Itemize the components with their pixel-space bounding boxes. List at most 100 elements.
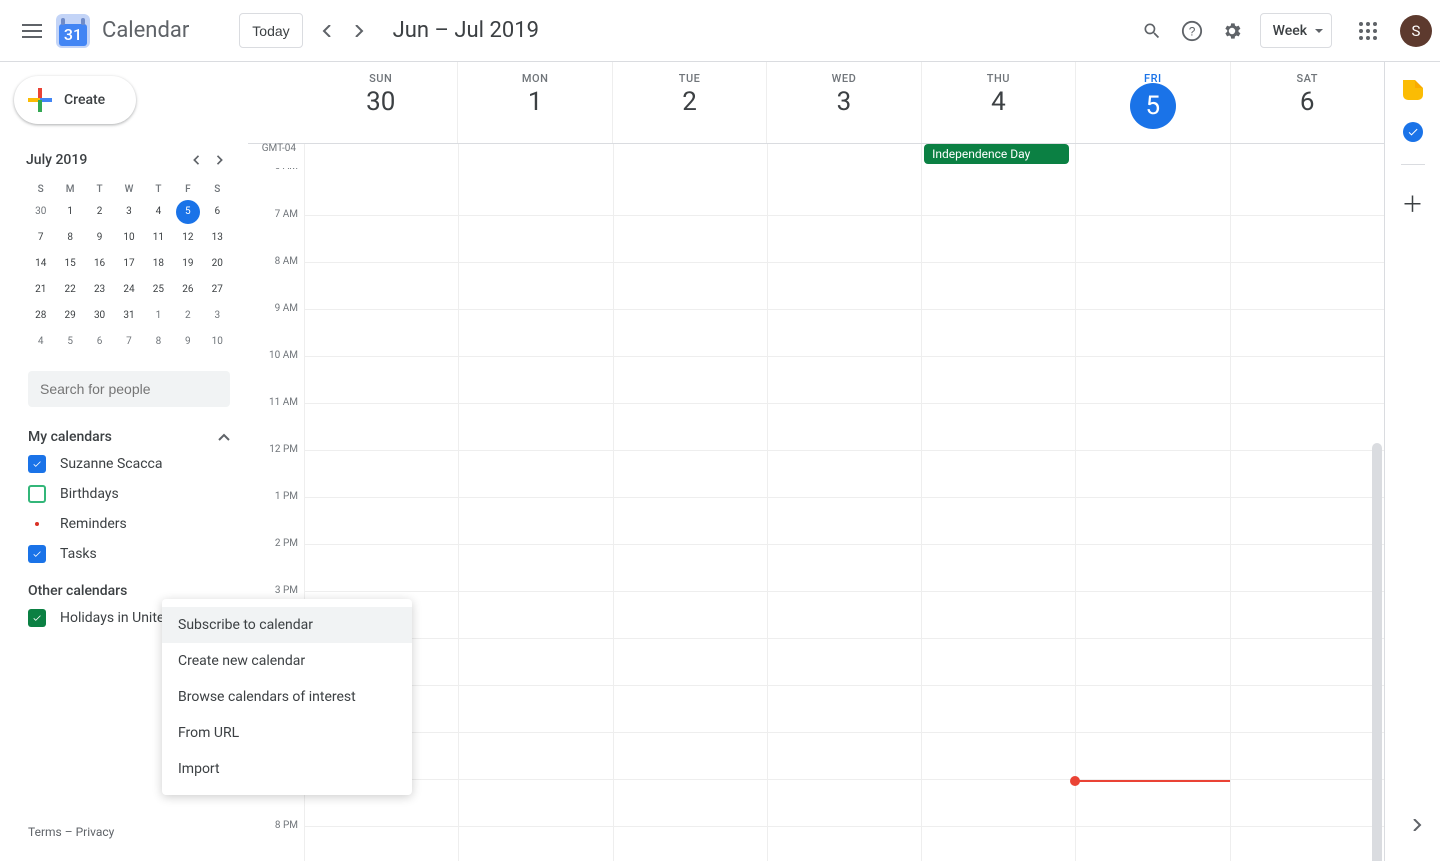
collapse-side-panel-button[interactable] <box>1412 819 1422 831</box>
time-cell[interactable] <box>1230 545 1384 591</box>
time-cell[interactable] <box>1230 639 1384 685</box>
mini-day[interactable]: 2 <box>176 304 200 328</box>
settings-button[interactable] <box>1212 11 1252 51</box>
time-cell[interactable] <box>921 263 1075 309</box>
mini-day[interactable]: 14 <box>29 252 53 276</box>
mini-day[interactable]: 9 <box>88 226 112 250</box>
time-cell[interactable] <box>304 168 458 215</box>
mini-day[interactable]: 20 <box>205 252 229 276</box>
hour-row[interactable]: 6 PM <box>304 732 1384 779</box>
calendar-item[interactable]: Reminders <box>10 509 248 539</box>
time-cell[interactable] <box>458 310 612 356</box>
time-cell[interactable] <box>613 451 767 497</box>
time-cell[interactable] <box>458 780 612 826</box>
time-cell[interactable] <box>304 451 458 497</box>
time-cell[interactable] <box>458 168 612 215</box>
get-addons-button[interactable]: ＋ <box>1401 187 1423 219</box>
time-cell[interactable] <box>767 404 921 450</box>
mini-day[interactable]: 27 <box>205 278 229 302</box>
mini-next-button[interactable] <box>208 148 232 172</box>
mini-day[interactable]: 19 <box>176 252 200 276</box>
view-select[interactable]: Week <box>1260 13 1332 48</box>
today-button[interactable]: Today <box>239 13 302 48</box>
hour-row[interactable]: 10 AM <box>304 356 1384 403</box>
hour-row[interactable]: 4 PM <box>304 638 1384 685</box>
mini-day[interactable]: 16 <box>88 252 112 276</box>
privacy-link[interactable]: Privacy <box>76 825 115 839</box>
allday-cell[interactable] <box>304 144 458 168</box>
time-cell[interactable] <box>921 404 1075 450</box>
time-cell[interactable] <box>613 592 767 638</box>
mini-day[interactable]: 5 <box>58 330 82 354</box>
time-cell[interactable] <box>767 216 921 262</box>
day-header[interactable]: TUE2 <box>612 62 766 143</box>
time-cell[interactable] <box>767 168 921 215</box>
mini-day[interactable]: 2 <box>88 200 112 224</box>
time-cell[interactable] <box>613 263 767 309</box>
time-cell[interactable] <box>1230 216 1384 262</box>
time-cell[interactable] <box>613 639 767 685</box>
hour-row[interactable]: 5 PM <box>304 685 1384 732</box>
mini-day[interactable]: 6 <box>88 330 112 354</box>
time-cell[interactable] <box>921 686 1075 732</box>
time-cell[interactable] <box>1075 498 1229 544</box>
time-cell[interactable] <box>1075 263 1229 309</box>
time-cell[interactable] <box>1230 498 1384 544</box>
day-header[interactable]: SAT6 <box>1230 62 1384 143</box>
time-cell[interactable] <box>304 827 458 861</box>
terms-link[interactable]: Terms <box>28 825 62 839</box>
time-grid[interactable]: 6 AM7 AM8 AM9 AM10 AM11 AM12 PM1 PM2 PM3… <box>248 168 1384 861</box>
time-cell[interactable] <box>1230 733 1384 779</box>
mini-day[interactable]: 28 <box>29 304 53 328</box>
time-cell[interactable] <box>767 592 921 638</box>
time-cell[interactable] <box>1075 827 1229 861</box>
time-cell[interactable] <box>1075 310 1229 356</box>
mini-day[interactable]: 15 <box>58 252 82 276</box>
time-cell[interactable] <box>613 168 767 215</box>
mini-day[interactable]: 1 <box>58 200 82 224</box>
scrollbar[interactable] <box>1370 443 1384 861</box>
time-cell[interactable] <box>1075 733 1229 779</box>
time-cell[interactable] <box>1230 686 1384 732</box>
next-period-button[interactable] <box>343 15 375 47</box>
mini-day[interactable]: 24 <box>117 278 141 302</box>
mini-day[interactable]: 4 <box>146 200 170 224</box>
time-cell[interactable] <box>1230 357 1384 403</box>
allday-cell[interactable] <box>1230 144 1384 168</box>
time-cell[interactable] <box>1075 592 1229 638</box>
time-cell[interactable] <box>1230 451 1384 497</box>
day-number[interactable]: 6 <box>1231 87 1384 117</box>
time-cell[interactable] <box>921 780 1075 826</box>
menu-item-create-new[interactable]: Create new calendar <box>162 643 412 679</box>
day-header[interactable]: THU4 <box>921 62 1075 143</box>
mini-day[interactable]: 9 <box>176 330 200 354</box>
hour-row[interactable]: 12 PM <box>304 450 1384 497</box>
hour-row[interactable]: 2 PM <box>304 544 1384 591</box>
hour-row[interactable]: 1 PM <box>304 497 1384 544</box>
day-header[interactable]: WED3 <box>766 62 920 143</box>
my-calendars-header[interactable]: My calendars <box>10 407 248 449</box>
time-cell[interactable] <box>921 545 1075 591</box>
time-cell[interactable] <box>458 733 612 779</box>
mini-day[interactable]: 31 <box>117 304 141 328</box>
mini-day[interactable]: 11 <box>146 226 170 250</box>
time-cell[interactable] <box>613 545 767 591</box>
time-cell[interactable] <box>458 216 612 262</box>
help-button[interactable]: ? <box>1172 11 1212 51</box>
mini-prev-button[interactable] <box>184 148 208 172</box>
mini-day[interactable]: 7 <box>29 226 53 250</box>
allday-cell[interactable] <box>767 144 921 168</box>
day-number[interactable]: 2 <box>613 87 766 117</box>
calendar-item[interactable]: Suzanne Scacca <box>10 449 248 479</box>
mini-day[interactable]: 26 <box>176 278 200 302</box>
day-header[interactable]: SUN30 <box>304 62 457 143</box>
hour-row[interactable]: 6 AM <box>304 168 1384 215</box>
allday-cell[interactable] <box>613 144 767 168</box>
time-cell[interactable] <box>1075 451 1229 497</box>
mini-day[interactable]: 10 <box>117 226 141 250</box>
search-button[interactable] <box>1132 11 1172 51</box>
allday-cell[interactable]: Independence Day <box>921 144 1075 168</box>
time-cell[interactable] <box>613 733 767 779</box>
time-cell[interactable] <box>613 216 767 262</box>
mini-day[interactable]: 25 <box>146 278 170 302</box>
